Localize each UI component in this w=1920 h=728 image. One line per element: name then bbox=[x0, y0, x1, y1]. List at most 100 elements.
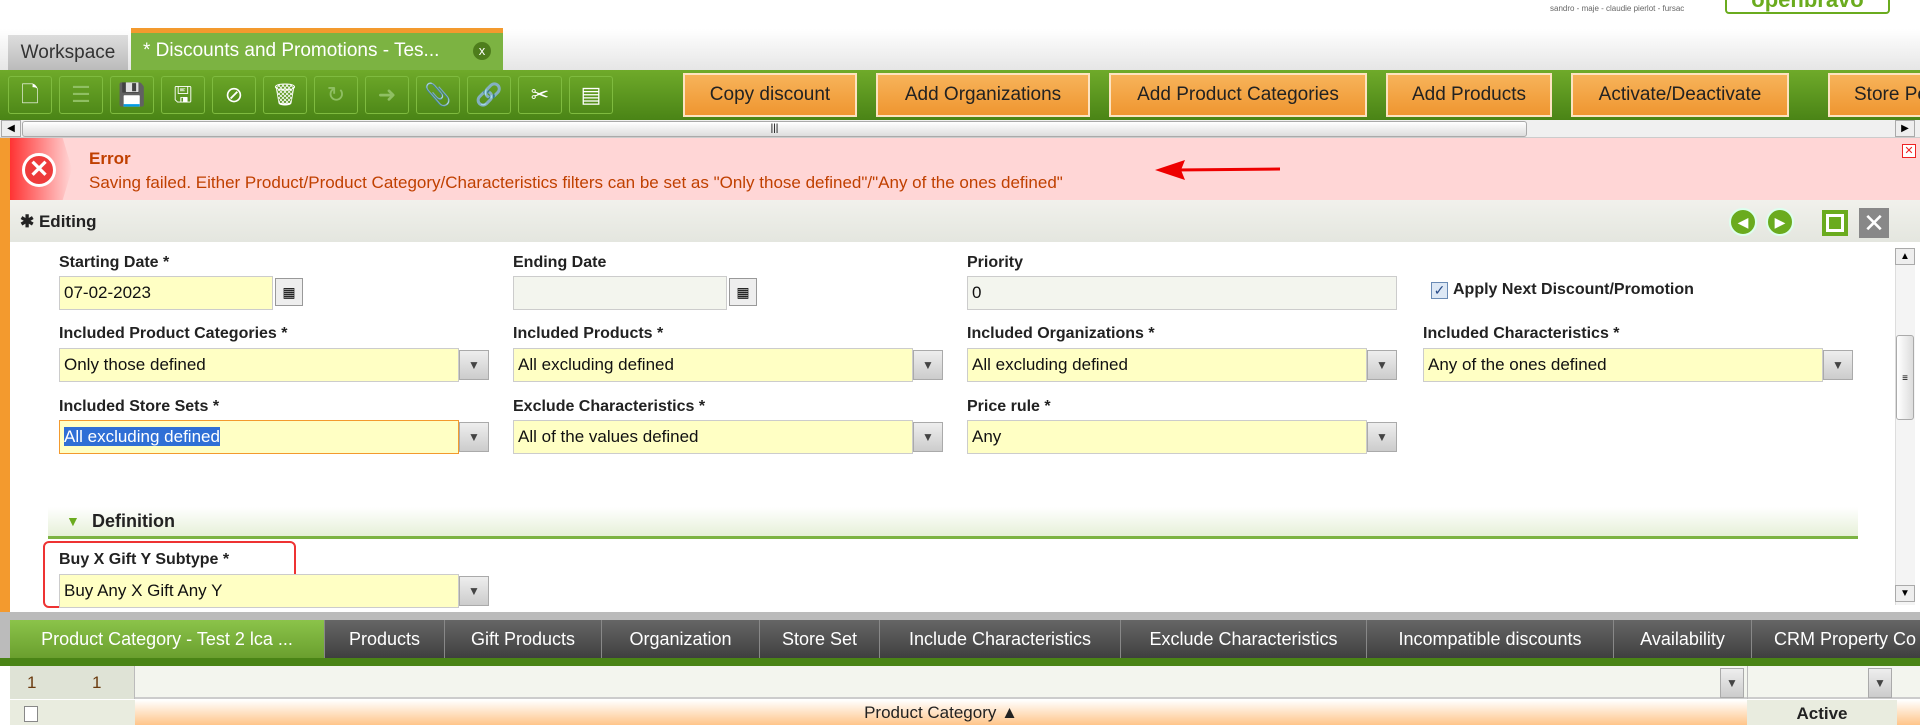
included-product-categories-label: Included Product Categories * bbox=[59, 325, 288, 342]
included-organizations-select[interactable]: All excluding defined bbox=[967, 348, 1367, 382]
chevron-down-icon[interactable]: ▼ bbox=[459, 576, 489, 606]
subtab-crm-property[interactable]: CRM Property Co bbox=[1752, 620, 1920, 658]
definition-section-header[interactable] bbox=[48, 507, 1858, 539]
apply-next-checkbox[interactable]: ✓ bbox=[1431, 282, 1448, 299]
subtab-availability[interactable]: Availability bbox=[1614, 620, 1752, 658]
included-organizations-label: Included Organizations * bbox=[967, 325, 1155, 342]
priority-field[interactable]: 0 bbox=[967, 276, 1397, 310]
new-row-icon[interactable]: ☰ bbox=[59, 76, 103, 114]
tab-workspace[interactable]: Workspace bbox=[8, 35, 128, 70]
filter-dropdown-icon[interactable]: ▼ bbox=[1720, 668, 1744, 698]
error-icon: ✕ bbox=[22, 153, 56, 187]
select-all-checkbox[interactable] bbox=[24, 706, 38, 722]
error-message: Saving failed. Either Product/Product Ca… bbox=[89, 173, 1063, 192]
collapse-triangle-icon[interactable]: ▼ bbox=[66, 513, 80, 529]
filter-dropdown-icon[interactable]: ▼ bbox=[1868, 668, 1892, 698]
brand-tagline: sandro - maje - claudie pierlot - fursac bbox=[1550, 4, 1685, 13]
subtab-store-set[interactable]: Store Set bbox=[760, 620, 880, 658]
chevron-down-icon[interactable]: ▼ bbox=[1823, 350, 1853, 380]
chevron-down-icon[interactable]: ▼ bbox=[1367, 350, 1397, 380]
calendar-icon[interactable]: ▦ bbox=[729, 278, 757, 306]
openbravo-logo: openbravo bbox=[1725, 0, 1890, 14]
tab-discounts[interactable]: * Discounts and Promotions - Tes... x bbox=[131, 28, 503, 70]
export-icon[interactable]: ➜ bbox=[365, 76, 409, 114]
orange-side-bar bbox=[0, 138, 10, 612]
add-organizations-button[interactable]: Add Organizations bbox=[876, 73, 1090, 117]
calendar-icon[interactable]: ▦ bbox=[275, 278, 303, 306]
tools-icon[interactable]: ✂ bbox=[518, 76, 562, 114]
scrollbar-thumb[interactable]: ||| bbox=[22, 121, 1527, 137]
save-close-icon[interactable]: 🖫 bbox=[161, 76, 205, 114]
copy-discount-button[interactable]: Copy discount bbox=[683, 73, 857, 117]
subtab-bar: Product Category - Test 2 lca ... Produc… bbox=[0, 612, 1920, 658]
close-form-icon[interactable]: ✕ bbox=[1859, 208, 1889, 238]
ending-date-field[interactable] bbox=[513, 276, 727, 310]
error-title: Error bbox=[89, 149, 131, 168]
link-icon[interactable]: 🔗 bbox=[467, 76, 511, 114]
attachment-icon[interactable]: 📎 bbox=[416, 76, 460, 114]
scroll-right-icon[interactable]: ▶ bbox=[1895, 120, 1915, 137]
chevron-down-icon[interactable]: ▼ bbox=[459, 350, 489, 380]
layout-icon[interactable]: ▤ bbox=[569, 76, 613, 114]
chevron-down-icon[interactable]: ▼ bbox=[913, 350, 943, 380]
asterisk-icon: ✱ bbox=[20, 212, 39, 231]
scroll-left-icon[interactable]: ◀ bbox=[1, 120, 21, 137]
included-product-categories-select[interactable]: Only those defined bbox=[59, 348, 459, 382]
store-button[interactable]: Store Pe bbox=[1828, 73, 1920, 117]
editing-header bbox=[10, 200, 1920, 242]
buy-x-gift-y-select[interactable]: Buy Any X Gift Any Y bbox=[59, 574, 459, 608]
included-store-sets-select[interactable]: All excluding defined bbox=[59, 420, 459, 454]
price-rule-select[interactable]: Any bbox=[967, 420, 1367, 454]
chevron-down-icon[interactable]: ▼ bbox=[459, 422, 489, 452]
refresh-icon[interactable]: ↻ bbox=[314, 76, 358, 114]
delete-icon[interactable]: 🗑 bbox=[263, 76, 307, 114]
included-characteristics-select[interactable]: Any of the ones defined bbox=[1423, 348, 1823, 382]
selected-count: 1 bbox=[27, 673, 37, 692]
add-product-categories-button[interactable]: Add Product Categories bbox=[1109, 73, 1367, 117]
subtab-gift-products[interactable]: Gift Products bbox=[445, 620, 602, 658]
subtab-organization[interactable]: Organization bbox=[602, 620, 760, 658]
chevron-down-icon[interactable]: ▼ bbox=[913, 422, 943, 452]
buy-x-gift-y-label: Buy X Gift Y Subtype * bbox=[59, 551, 230, 568]
new-document-icon[interactable]: 🗋 bbox=[8, 76, 52, 114]
subtab-product-category[interactable]: Product Category - Test 2 lca ... bbox=[10, 620, 325, 658]
subtab-exclude-characteristics[interactable]: Exclude Characteristics bbox=[1121, 620, 1367, 658]
column-product-category[interactable]: Product Category ▲ bbox=[135, 703, 1747, 723]
activate-deactivate-button[interactable]: Activate/Deactivate bbox=[1571, 73, 1789, 117]
red-arrow-annotation bbox=[1155, 160, 1281, 180]
add-products-button[interactable]: Add Products bbox=[1386, 73, 1552, 117]
divider bbox=[1747, 666, 1748, 699]
next-record-icon[interactable]: ▶ bbox=[1766, 208, 1794, 236]
cancel-icon[interactable]: ⊘ bbox=[212, 76, 256, 114]
close-icon[interactable]: x bbox=[473, 42, 491, 60]
exclude-characteristics-select[interactable]: All of the values defined bbox=[513, 420, 913, 454]
subtab-products[interactable]: Products bbox=[325, 620, 445, 658]
selected-text: All excluding defined bbox=[64, 427, 220, 446]
column-active[interactable]: Active bbox=[1747, 700, 1897, 725]
form-vertical-scrollbar[interactable] bbox=[1895, 248, 1915, 605]
starting-date-field[interactable]: 07-02-2023 bbox=[59, 276, 273, 310]
ending-date-label: Ending Date bbox=[513, 254, 607, 271]
chevron-down-icon[interactable]: ▼ bbox=[1367, 422, 1397, 452]
subtab-incompatible-discounts[interactable]: Incompatible discounts bbox=[1367, 620, 1614, 658]
toolbar: 🗋 ☰ 💾 🖫 ⊘ 🗑 ↻ ➜ 📎 🔗 ✂ ▤ Copy discount Ad… bbox=[0, 70, 1920, 120]
editing-label: Editing bbox=[38, 212, 97, 231]
grid-filter-row bbox=[10, 666, 1920, 699]
included-products-label: Included Products * bbox=[513, 325, 664, 342]
scroll-up-icon[interactable]: ▲ bbox=[1895, 248, 1915, 265]
price-rule-label: Price rule * bbox=[967, 398, 1051, 415]
included-characteristics-label: Included Characteristics * bbox=[1423, 325, 1620, 342]
save-icon[interactable]: 💾 bbox=[110, 76, 154, 114]
scroll-down-icon[interactable]: ▼ bbox=[1895, 585, 1915, 602]
previous-record-icon[interactable]: ◀ bbox=[1729, 208, 1757, 236]
maximize-icon[interactable] bbox=[1822, 210, 1848, 236]
editing-title: ✱ Editing bbox=[20, 212, 97, 232]
definition-title: Definition bbox=[92, 511, 175, 531]
included-products-select[interactable]: All excluding defined bbox=[513, 348, 913, 382]
tab-title: * Discounts and Promotions - Tes... bbox=[143, 40, 440, 61]
close-error-icon[interactable]: ✕ bbox=[1902, 144, 1916, 158]
subtab-include-characteristics[interactable]: Include Characteristics bbox=[880, 620, 1121, 658]
included-store-sets-label: Included Store Sets * bbox=[59, 398, 220, 415]
form-scrollbar-thumb[interactable]: ≡ bbox=[1896, 335, 1914, 420]
exclude-characteristics-label: Exclude Characteristics * bbox=[513, 398, 706, 415]
